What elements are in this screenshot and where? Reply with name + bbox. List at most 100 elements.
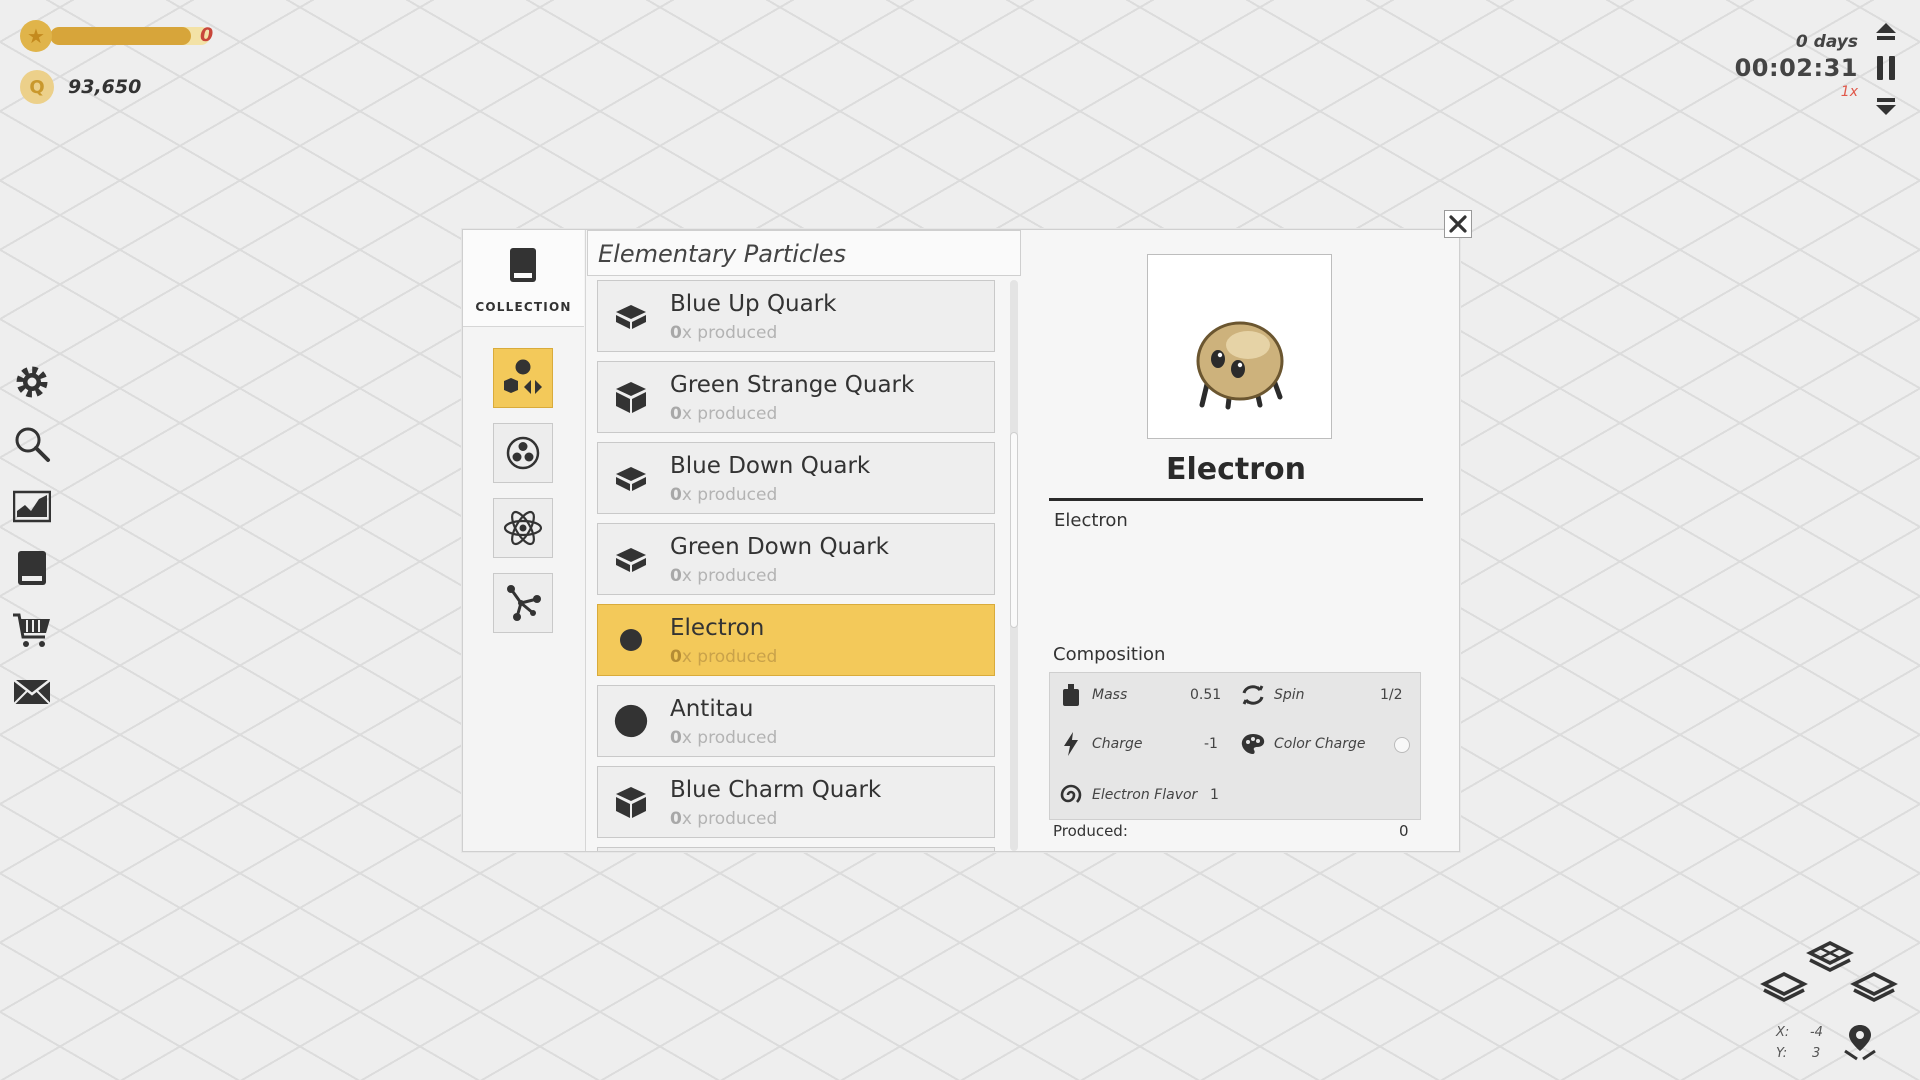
tab-collection[interactable]: COLLECTION bbox=[463, 230, 584, 327]
speed-up-button[interactable] bbox=[1872, 18, 1900, 46]
item-name: Green Down Quark bbox=[670, 534, 889, 560]
item-produced: 0x produced bbox=[670, 647, 778, 667]
cube-icon bbox=[614, 785, 648, 819]
mail-icon bbox=[13, 679, 51, 705]
atom-icon bbox=[503, 510, 543, 546]
coin-icon: Q bbox=[20, 70, 54, 104]
list-item[interactable]: Green Strange Quark 0x produced bbox=[597, 361, 995, 433]
large-circle-icon bbox=[614, 704, 648, 738]
item-produced: 0x produced bbox=[670, 323, 778, 343]
map-pin-icon bbox=[1844, 1025, 1876, 1061]
x-label: X: bbox=[1776, 1025, 1790, 1040]
search-icon bbox=[15, 427, 50, 462]
xp-bar: ★ bbox=[20, 20, 210, 52]
spin-arrows-icon bbox=[1240, 682, 1266, 708]
pause-icon bbox=[1877, 56, 1895, 80]
side-toolbar bbox=[12, 362, 52, 734]
star-icon: ★ bbox=[20, 20, 52, 52]
category-hadrons[interactable] bbox=[493, 423, 553, 483]
category-column: COLLECTION bbox=[463, 230, 586, 851]
small-circle-icon bbox=[614, 623, 648, 657]
day-counter: 0 days bbox=[1795, 32, 1858, 52]
flavor-value: 1 bbox=[1210, 787, 1219, 803]
particles-icon bbox=[504, 359, 542, 394]
particle-portrait bbox=[1147, 254, 1332, 439]
coin-balance: 93,650 bbox=[68, 76, 142, 98]
item-name: Antitau bbox=[670, 696, 754, 722]
item-produced: 0x produced bbox=[670, 728, 778, 748]
category-elementary-particles[interactable] bbox=[493, 348, 553, 408]
item-name: Electron bbox=[670, 615, 765, 641]
item-name: Blue Up Quark bbox=[670, 291, 837, 317]
close-button[interactable] bbox=[1444, 210, 1472, 238]
produced-label: Produced: bbox=[1053, 822, 1128, 840]
composition-heading: Composition bbox=[1053, 644, 1166, 665]
tab-label: COLLECTION bbox=[475, 300, 572, 314]
pause-button[interactable] bbox=[1872, 54, 1900, 82]
layer-down-icon[interactable] bbox=[1760, 970, 1808, 1002]
mail-button[interactable] bbox=[12, 672, 52, 712]
layer-up-icon[interactable] bbox=[1850, 970, 1898, 1002]
composition-stats: Mass 0.51 Spin 1/2 Charge -1 Color Charg… bbox=[1049, 672, 1421, 820]
mass-value: 0.51 bbox=[1190, 687, 1222, 703]
layer-grid-icon[interactable] bbox=[1806, 940, 1854, 976]
charge-value: -1 bbox=[1204, 736, 1218, 752]
cube-icon bbox=[614, 380, 648, 414]
xp-track bbox=[50, 27, 210, 45]
shop-button[interactable] bbox=[12, 610, 52, 650]
book-icon bbox=[18, 551, 46, 585]
stat-spin: Spin bbox=[1240, 681, 1305, 709]
item-name: Blue Charm Quark bbox=[670, 777, 882, 803]
cart-icon bbox=[13, 613, 50, 647]
list-item[interactable] bbox=[597, 847, 995, 851]
settings-button[interactable] bbox=[12, 362, 52, 402]
category-atoms[interactable] bbox=[493, 498, 553, 558]
collection-button[interactable] bbox=[12, 548, 52, 588]
cube-flat-icon bbox=[614, 542, 648, 576]
item-name: Blue Down Quark bbox=[670, 453, 871, 479]
list-item[interactable]: Blue Down Quark 0x produced bbox=[597, 442, 995, 514]
stat-charge: Charge bbox=[1058, 730, 1142, 758]
weight-icon bbox=[1058, 682, 1084, 708]
speed-indicator: 1x bbox=[1840, 84, 1858, 100]
locate-button[interactable] bbox=[1838, 1020, 1882, 1064]
arrow-up-icon bbox=[1876, 23, 1896, 40]
list-title: Elementary Particles bbox=[598, 240, 847, 268]
detail-panel: Electron Electron Composition Mass 0.51 … bbox=[1019, 230, 1459, 851]
cube-flat-icon bbox=[614, 461, 648, 495]
level-value: 0 bbox=[200, 24, 214, 46]
chart-icon bbox=[13, 490, 51, 523]
collection-window: COLLECTION Elementary Particles Blue Up … bbox=[462, 229, 1460, 852]
list-item[interactable]: Blue Charm Quark 0x produced bbox=[597, 766, 995, 838]
arrow-down-icon bbox=[1876, 98, 1896, 115]
search-button[interactable] bbox=[12, 424, 52, 464]
item-name: Green Strange Quark bbox=[670, 372, 915, 398]
x-value: -4 bbox=[1809, 1025, 1823, 1040]
detail-title: Electron bbox=[1165, 452, 1306, 487]
lightning-icon bbox=[1058, 731, 1084, 757]
list-item[interactable]: Antitau 0x produced bbox=[597, 685, 995, 757]
y-value: 3 bbox=[1812, 1046, 1821, 1061]
palette-icon bbox=[1240, 731, 1266, 757]
xp-fill bbox=[50, 27, 191, 45]
y-label: Y: bbox=[1776, 1046, 1788, 1061]
swirl-icon bbox=[1058, 782, 1084, 808]
list-item[interactable]: Blue Up Quark 0x produced bbox=[597, 280, 995, 352]
color-charge-swatch bbox=[1394, 737, 1410, 753]
statistics-button[interactable] bbox=[12, 486, 52, 526]
item-produced: 0x produced bbox=[670, 485, 778, 505]
list-scrollbar[interactable] bbox=[1010, 280, 1018, 851]
slow-down-button[interactable] bbox=[1872, 92, 1900, 120]
produced-value: 0 bbox=[1399, 822, 1409, 840]
list-item[interactable]: Green Down Quark 0x produced bbox=[597, 523, 995, 595]
item-produced: 0x produced bbox=[670, 809, 778, 829]
particle-list: Blue Up Quark 0x produced Green Strange … bbox=[597, 280, 997, 851]
category-molecules[interactable] bbox=[493, 573, 553, 633]
list-item-selected[interactable]: Electron 0x produced bbox=[597, 604, 995, 676]
scroll-thumb[interactable] bbox=[1010, 432, 1018, 628]
nucleon-icon bbox=[506, 436, 540, 470]
list-header: Elementary Particles bbox=[587, 230, 1021, 276]
close-icon bbox=[1449, 215, 1467, 233]
stat-color-charge: Color Charge bbox=[1240, 730, 1366, 758]
item-produced: 0x produced bbox=[670, 566, 778, 586]
